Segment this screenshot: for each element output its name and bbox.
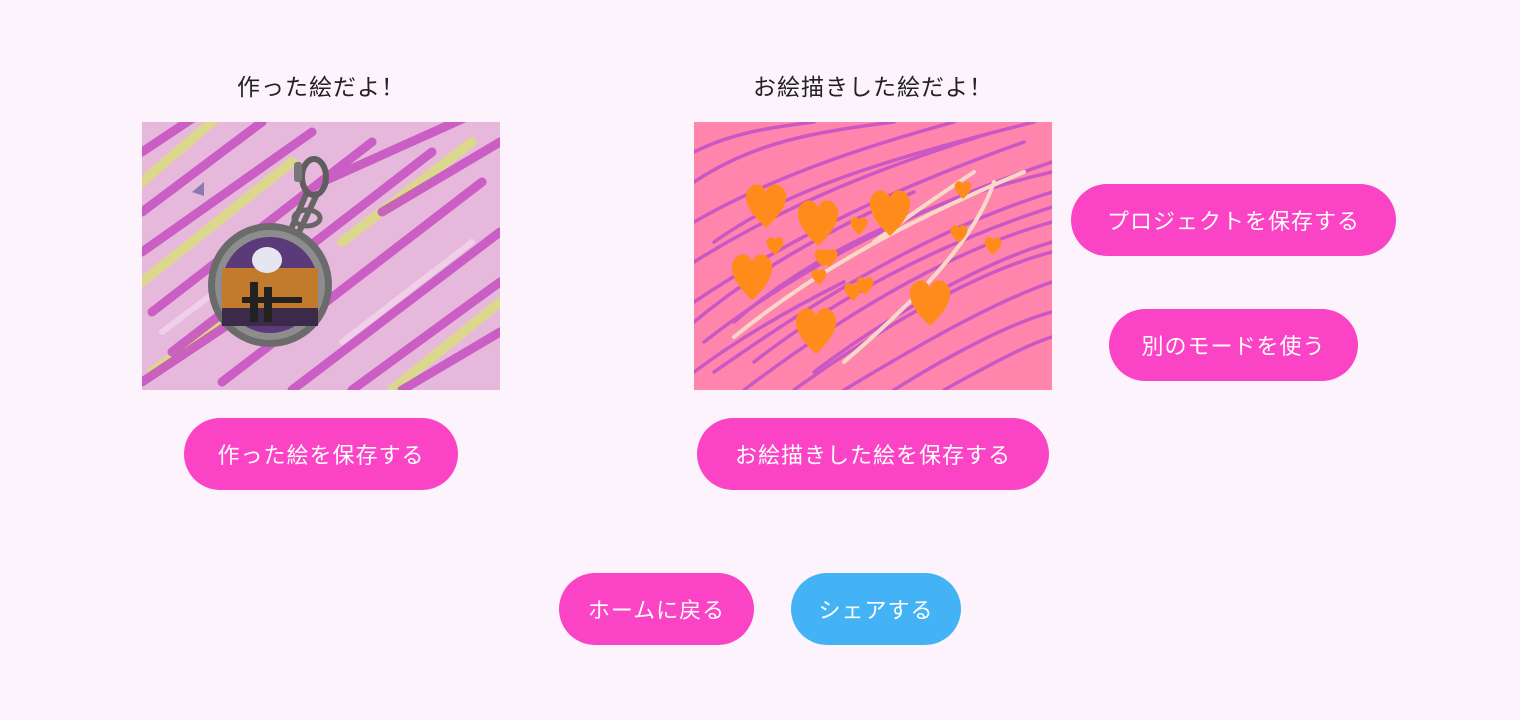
save-drawn-picture-button[interactable]: お絵描きした絵を保存する bbox=[697, 418, 1049, 490]
created-picture-caption: 作った絵だよ！ bbox=[237, 75, 405, 101]
drawn-picture-caption: お絵描きした絵だよ！ bbox=[753, 75, 993, 101]
share-button[interactable]: シェアする bbox=[791, 573, 961, 645]
created-picture-image bbox=[142, 122, 500, 390]
drawn-picture-image bbox=[694, 122, 1052, 390]
home-button[interactable]: ホームに戻る bbox=[559, 573, 754, 645]
save-project-button[interactable]: プロジェクトを保存する bbox=[1071, 184, 1396, 256]
use-other-mode-button[interactable]: 別のモードを使う bbox=[1109, 309, 1358, 381]
save-created-picture-button[interactable]: 作った絵を保存する bbox=[184, 418, 458, 490]
